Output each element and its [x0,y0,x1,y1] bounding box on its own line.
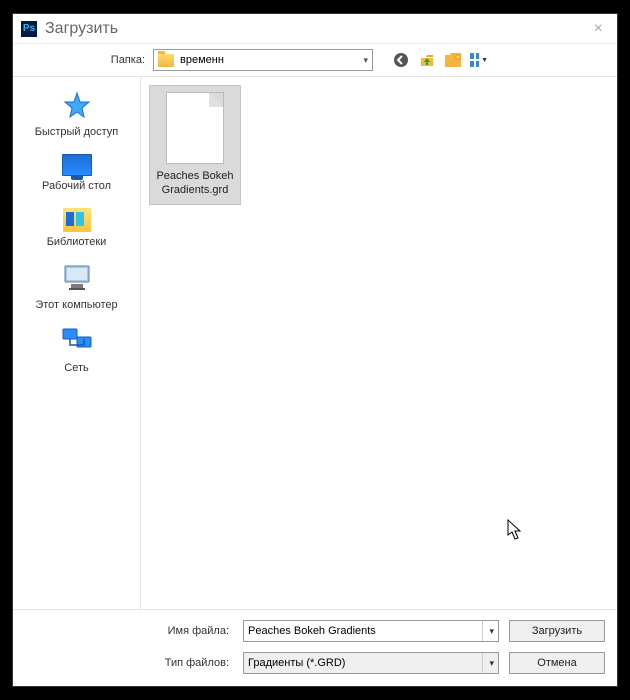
back-button[interactable] [391,50,411,70]
computer-icon [13,264,140,295]
dialog-title: Загрузить [45,20,118,38]
filetype-value: Градиенты (*.GRD) [248,657,345,669]
load-dialog: Ps Загрузить × Папка: временн ▾ ▼ [12,13,618,687]
filename-label: Имя файла: [13,625,233,637]
folder-value: временн [180,54,224,66]
chevron-down-icon: ▾ [482,653,494,673]
star-icon [13,91,140,122]
desktop-icon [62,154,92,176]
folder-icon [158,54,174,67]
folder-select[interactable]: временн ▾ [153,49,373,71]
dialog-body: Быстрый доступ Рабочий стол Библиотеки Э… [13,76,617,609]
toolbar-actions: ▼ [391,50,489,70]
filetype-label: Тип файлов: [13,657,233,669]
folder-toolbar: Папка: временн ▾ ▼ [13,44,617,76]
place-desktop[interactable]: Рабочий стол [13,148,140,202]
libraries-icon [63,208,91,232]
place-label: Сеть [13,362,140,374]
mouse-cursor-icon [507,519,525,544]
chevron-down-icon: ▾ [482,621,494,641]
place-this-pc[interactable]: Этот компьютер [13,258,140,321]
file-list-pane[interactable]: Peaches Bokeh Gradients.grd [141,77,617,609]
place-label: Рабочий стол [13,180,140,192]
file-icon [166,92,224,164]
new-folder-button[interactable] [443,50,463,70]
filename-input[interactable]: Peaches Bokeh Gradients ▾ [243,620,499,642]
chevron-down-icon: ▾ [363,55,368,66]
grid-icon [470,53,479,67]
chevron-down-icon: ▼ [481,57,488,64]
place-network[interactable]: Сеть [13,321,140,384]
titlebar: Ps Загрузить × [13,14,617,44]
view-menu-button[interactable]: ▼ [469,50,489,70]
place-label: Библиотеки [13,236,140,248]
file-name: Peaches Bokeh Gradients.grd [154,170,236,198]
filename-value: Peaches Bokeh Gradients [248,625,376,637]
place-label: Быстрый доступ [13,126,140,138]
file-item[interactable]: Peaches Bokeh Gradients.grd [149,85,241,205]
place-quick-access[interactable]: Быстрый доступ [13,85,140,148]
network-icon [13,327,140,358]
up-one-level-button[interactable] [417,50,437,70]
dialog-footer: Имя файла: Peaches Bokeh Gradients ▾ Заг… [13,609,617,686]
place-libraries[interactable]: Библиотеки [13,202,140,258]
load-button[interactable]: Загрузить [509,620,605,642]
close-button[interactable]: × [588,20,609,38]
filetype-select[interactable]: Градиенты (*.GRD) ▾ [243,652,499,674]
place-label: Этот компьютер [13,299,140,311]
app-icon: Ps [21,21,37,37]
folder-label: Папка: [13,54,153,66]
cancel-button[interactable]: Отмена [509,652,605,674]
places-sidebar: Быстрый доступ Рабочий стол Библиотеки Э… [13,77,141,609]
